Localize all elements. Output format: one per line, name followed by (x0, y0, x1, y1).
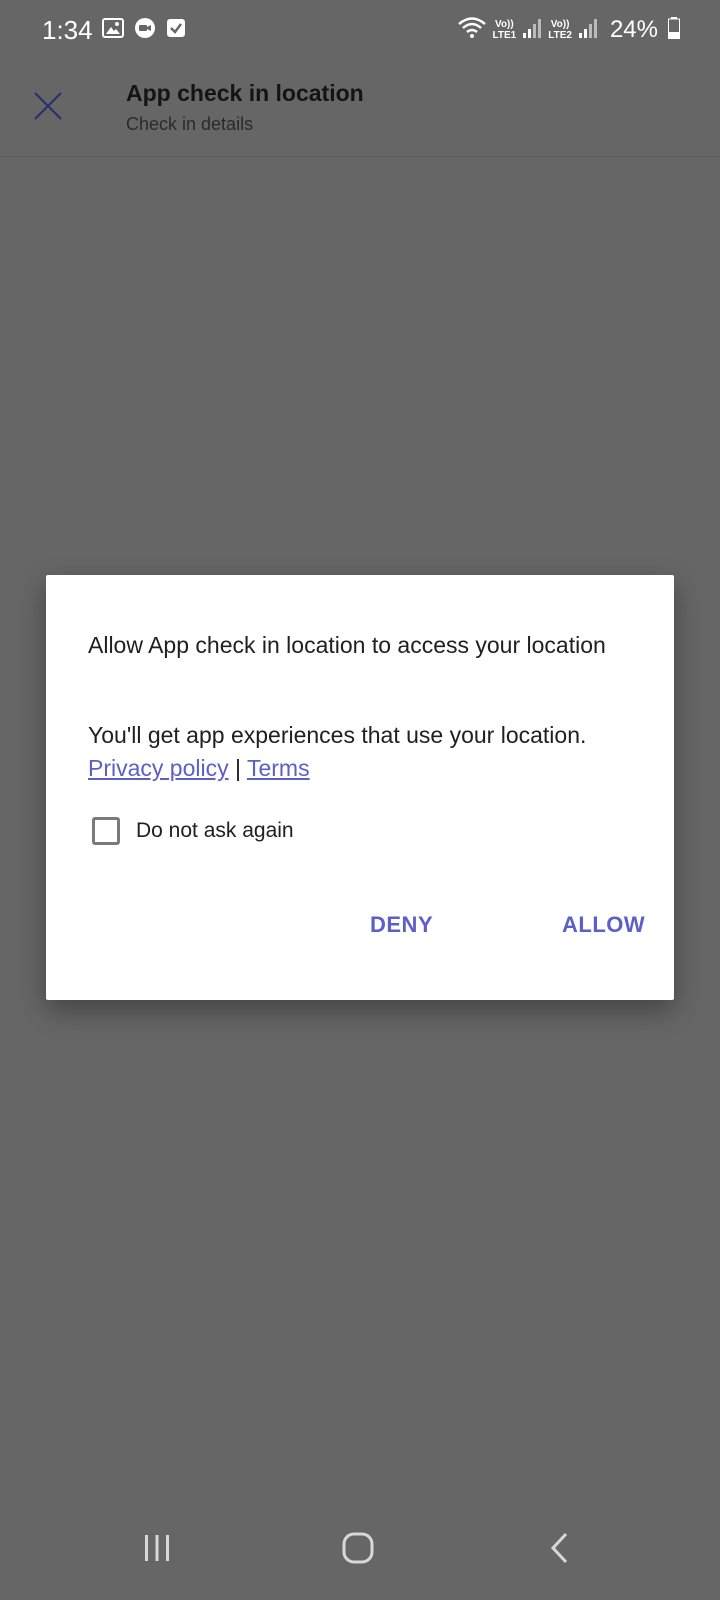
dialog-title: Allow App check in location to access yo… (88, 632, 606, 658)
close-button[interactable] (22, 82, 74, 134)
do-not-ask-again-checkbox[interactable]: Do not ask again (92, 817, 294, 845)
allow-button[interactable]: ALLOW (548, 897, 659, 953)
signal-icon (578, 17, 598, 44)
recents-icon (142, 1533, 172, 1568)
status-time: 1:34 (42, 15, 93, 45)
sim1-label: Vo)) LTE1 (492, 19, 517, 41)
back-button[interactable] (520, 1520, 600, 1580)
status-bar: 1:34 Vo)) LTE1 Vo)) LTE2 24% (0, 0, 720, 60)
recents-button[interactable] (117, 1520, 197, 1580)
checkbox-box[interactable] (92, 817, 120, 845)
sim2-label: Vo)) LTE2 (548, 19, 572, 41)
back-icon (548, 1531, 572, 1570)
system-status-icons: Vo)) LTE1 Vo)) LTE2 24% (457, 12, 680, 48)
dialog-body: You'll get app experiences that use your… (88, 719, 658, 785)
checkbox-label: Do not ask again (136, 819, 294, 842)
home-button[interactable] (318, 1520, 398, 1580)
battery-percent: 24% (609, 16, 658, 43)
deny-button[interactable]: DENY (356, 897, 447, 953)
close-icon (33, 91, 63, 126)
location-permission-dialog: Allow App check in location to access yo… (46, 575, 674, 1000)
signal-icon (522, 17, 542, 44)
navigation-bar (0, 1500, 720, 1600)
page-title: App check in location (126, 80, 364, 106)
checkbox-notification-icon (166, 18, 186, 43)
link-separator: | (235, 755, 241, 781)
gallery-icon (102, 17, 124, 43)
terms-link[interactable]: Terms (247, 755, 310, 781)
notification-icons (102, 17, 186, 44)
video-call-icon (134, 17, 156, 44)
home-icon (341, 1531, 375, 1570)
battery-icon (664, 16, 680, 44)
page-subtitle: Check in details (126, 114, 254, 134)
wifi-icon (457, 16, 487, 45)
app-bar: App check in location Check in details (0, 60, 720, 157)
dialog-message: You'll get app experiences that use your… (88, 722, 587, 748)
privacy-policy-link[interactable]: Privacy policy (88, 755, 229, 781)
